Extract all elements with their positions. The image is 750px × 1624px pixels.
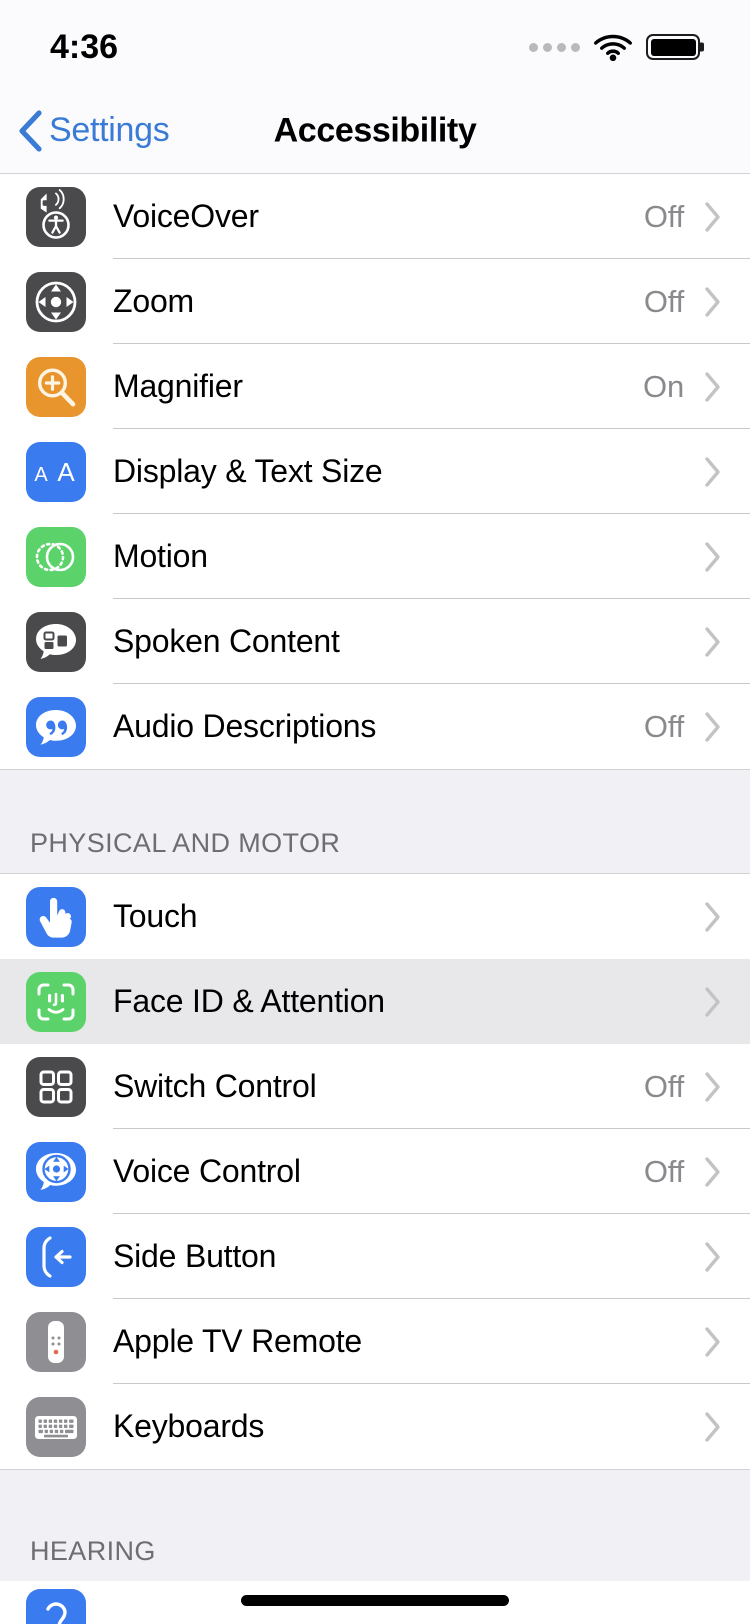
settings-row-label: Voice Control <box>113 1153 644 1190</box>
wifi-icon <box>594 33 632 61</box>
display-text-size-icon: A A <box>26 442 86 502</box>
spoken-content-icon <box>26 612 86 672</box>
apple-tv-remote-icon <box>26 1312 86 1372</box>
settings-row-touch[interactable]: Touch <box>0 874 750 959</box>
settings-group: VoiceOver Off Zoom Off <box>0 174 750 769</box>
face-id-icon <box>26 972 86 1032</box>
settings-row-label: Magnifier <box>113 368 643 405</box>
section-header-label: HEARING <box>30 1536 156 1567</box>
settings-row-apple-tv-remote[interactable]: Apple TV Remote <box>0 1299 750 1384</box>
magnifier-icon <box>26 357 86 417</box>
settings-row-spoken-content[interactable]: Spoken Content <box>0 599 750 684</box>
settings-row-value: Off <box>644 199 684 235</box>
settings-row-label: Switch Control <box>113 1068 644 1105</box>
back-button[interactable]: Settings <box>17 109 169 152</box>
section-header: PHYSICAL AND MOTOR <box>0 769 750 874</box>
settings-row-audio-descriptions[interactable]: Audio Descriptions Off <box>0 684 750 769</box>
svg-text:A: A <box>34 464 48 486</box>
home-indicator[interactable] <box>241 1595 509 1606</box>
switch-control-icon <box>26 1057 86 1117</box>
battery-full-icon <box>646 34 700 60</box>
section-header: HEARING <box>0 1469 750 1581</box>
hearing-devices-icon <box>26 1589 86 1624</box>
nav-bar: Settings Accessibility <box>0 88 750 174</box>
chevron-right-icon <box>704 1241 722 1273</box>
settings-row-label: Zoom <box>113 283 644 320</box>
chevron-left-icon <box>17 110 43 152</box>
settings-row-voice-control[interactable]: Voice Control Off <box>0 1129 750 1214</box>
settings-row-switch-control[interactable]: Switch Control Off <box>0 1044 750 1129</box>
chevron-right-icon <box>704 456 722 488</box>
side-button-icon <box>26 1227 86 1287</box>
chevron-right-icon <box>704 1411 722 1443</box>
settings-row-label: Apple TV Remote <box>113 1323 704 1360</box>
settings-group: Touch Face ID & Attentio <box>0 874 750 1469</box>
iphone-screen: 4:36 Settings Accessibility <box>0 0 750 1624</box>
settings-row-value: On <box>643 369 684 405</box>
chevron-right-icon <box>704 1156 722 1188</box>
settings-row-label: Touch <box>113 898 704 935</box>
settings-row-magnifier[interactable]: Magnifier On <box>0 344 750 429</box>
settings-row-label: Side Button <box>113 1238 704 1275</box>
chevron-right-icon <box>704 286 722 318</box>
settings-row-zoom[interactable]: Zoom Off <box>0 259 750 344</box>
chevron-right-icon <box>704 1071 722 1103</box>
status-bar-indicators <box>529 33 700 61</box>
chevron-right-icon <box>704 201 722 233</box>
status-bar-time: 4:36 <box>50 28 118 67</box>
chevron-right-icon <box>704 1326 722 1358</box>
motion-icon <box>26 527 86 587</box>
signal-dots-icon <box>529 43 580 52</box>
settings-row-value: Off <box>644 284 684 320</box>
settings-row-label: Audio Descriptions <box>113 708 644 745</box>
chevron-right-icon <box>704 711 722 743</box>
status-bar: 4:36 <box>0 0 750 88</box>
chevron-right-icon <box>704 371 722 403</box>
settings-row-value: Off <box>644 1069 684 1105</box>
settings-row-motion[interactable]: Motion <box>0 514 750 599</box>
settings-row-label: VoiceOver <box>113 198 644 235</box>
touch-icon <box>26 887 86 947</box>
voice-control-icon <box>26 1142 86 1202</box>
settings-row-display-text-size[interactable]: A A Display & Text Size <box>0 429 750 514</box>
settings-row-side-button[interactable]: Side Button <box>0 1214 750 1299</box>
settings-row-label: Keyboards <box>113 1408 704 1445</box>
chevron-right-icon <box>704 626 722 658</box>
settings-list[interactable]: VoiceOver Off Zoom Off <box>0 174 750 1624</box>
settings-row-label: Spoken Content <box>113 623 704 660</box>
settings-row-label: Motion <box>113 538 704 575</box>
audio-descriptions-icon <box>26 697 86 757</box>
settings-row-face-id-attention[interactable]: Face ID & Attention <box>0 959 750 1044</box>
settings-row-value: Off <box>644 709 684 745</box>
chevron-right-icon <box>704 901 722 933</box>
settings-row-value: Off <box>644 1154 684 1190</box>
back-button-label: Settings <box>49 111 169 150</box>
zoom-icon <box>26 272 86 332</box>
settings-row-keyboards[interactable]: Keyboards <box>0 1384 750 1469</box>
chevron-right-icon <box>704 986 722 1018</box>
chevron-right-icon <box>704 541 722 573</box>
settings-row-label: Display & Text Size <box>113 453 704 490</box>
section-header-label: PHYSICAL AND MOTOR <box>30 828 340 859</box>
keyboards-icon <box>26 1397 86 1457</box>
settings-row-voiceover[interactable]: VoiceOver Off <box>0 174 750 259</box>
voiceover-icon <box>26 187 86 247</box>
settings-row-label: Face ID & Attention <box>113 983 704 1020</box>
svg-text:A: A <box>57 457 75 487</box>
